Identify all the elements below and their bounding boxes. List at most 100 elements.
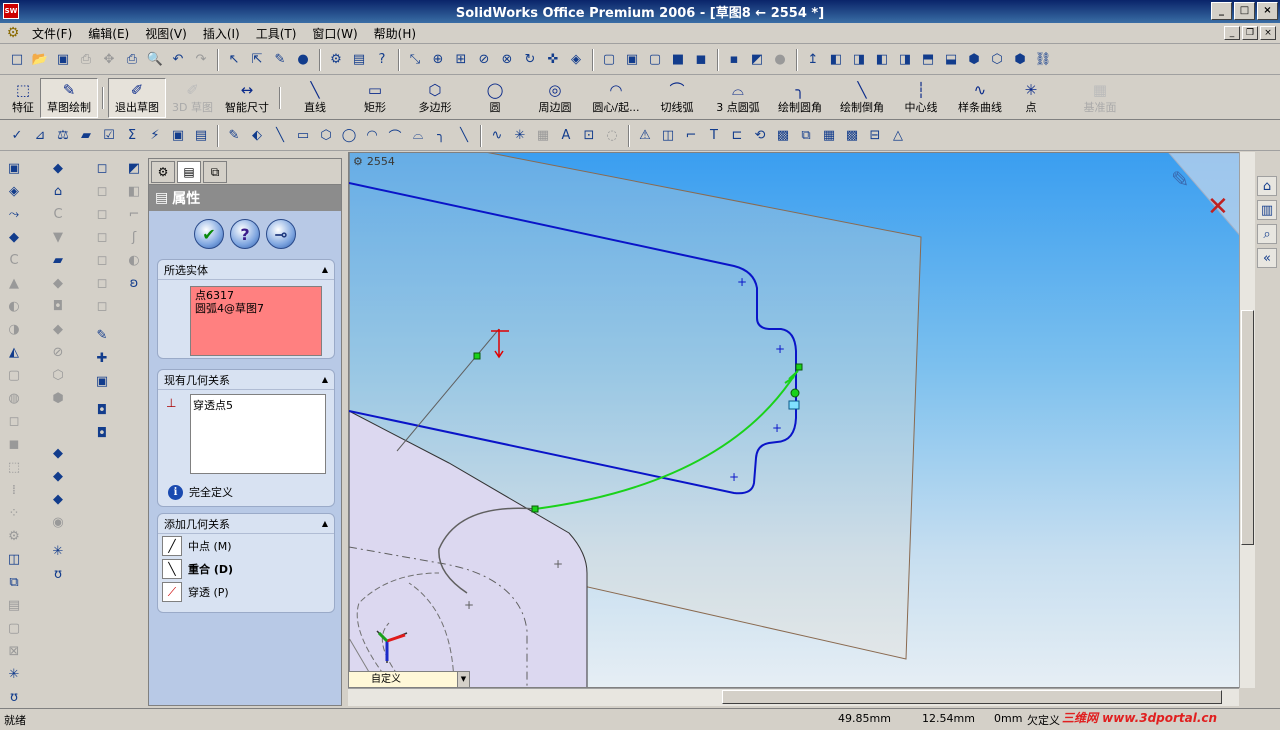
property-manager-tab[interactable]: ▤ xyxy=(177,161,201,183)
front-view-icon[interactable]: ◧ xyxy=(825,49,847,71)
hidden-removed-icon[interactable]: ▢ xyxy=(644,49,666,71)
menu-window[interactable]: 窗口(W) xyxy=(304,25,365,42)
options-icon[interactable]: ⚙ xyxy=(325,49,347,71)
hole-icon[interactable]: ◍ xyxy=(3,388,25,409)
statistics-icon[interactable]: Σ xyxy=(121,125,143,147)
plane-tool-icon[interactable]: ▦ xyxy=(532,125,554,147)
display-relations-icon[interactable]: △ xyxy=(887,125,909,147)
chamfer-feature-icon[interactable]: ◼ xyxy=(3,434,25,455)
convert-tool-icon[interactable]: ◌ xyxy=(601,125,623,147)
rebuild-icon[interactable]: ✎ xyxy=(269,49,291,71)
tangent-arc-button[interactable]: ⌒ 切线弧 xyxy=(647,78,707,118)
fillet-tool-icon[interactable]: ╮ xyxy=(430,125,452,147)
undo-icon[interactable]: ↶ xyxy=(167,49,189,71)
unfold-icon[interactable]: ◆ xyxy=(47,443,69,464)
menu-file[interactable]: 文件(F) xyxy=(24,25,80,42)
draft-icon[interactable]: ▲ xyxy=(3,273,25,294)
selected-entities-title[interactable]: 所选实体 ▲ xyxy=(158,260,334,280)
menu-help[interactable]: 帮助(H) xyxy=(366,25,424,42)
assembly-icon[interactable]: ◻ xyxy=(91,181,113,202)
traffic-light-icon[interactable]: ● xyxy=(292,49,314,71)
fillet-feature-icon[interactable]: ◻ xyxy=(3,411,25,432)
view-tool-icon[interactable]: ⤡ xyxy=(404,49,426,71)
rotate-tool-icon[interactable]: ⟲ xyxy=(749,125,771,147)
sub-assembly-icon[interactable]: ◘ xyxy=(91,423,113,444)
circle-tool-icon[interactable]: ◯ xyxy=(338,125,360,147)
ref-axis-icon[interactable]: ✳ xyxy=(47,541,69,562)
open-icon[interactable]: 📂 xyxy=(29,49,51,71)
add-relation-icon[interactable]: ✚ xyxy=(91,348,113,369)
component-icon[interactable]: ◘ xyxy=(91,400,113,421)
model-canvas[interactable]: + + + + + + ✎ ✕ xyxy=(349,153,1254,688)
miter-flange-icon[interactable]: ▼ xyxy=(47,227,69,248)
doc-restore-button[interactable]: ❐ xyxy=(1242,26,1258,40)
select-icon[interactable]: ↖ xyxy=(223,49,245,71)
spline-button[interactable]: ∿ 样条曲线 xyxy=(949,78,1011,118)
add-relations-title[interactable]: 添加几何关系 ▲ xyxy=(158,514,334,534)
closed-corner-icon[interactable]: ◆ xyxy=(47,319,69,340)
vertical-scrollbar[interactable] xyxy=(1239,152,1255,688)
home-icon[interactable]: ⌂ xyxy=(1257,176,1277,196)
curve-icon[interactable]: ⧉ xyxy=(3,572,25,593)
collapse-icon[interactable]: ▲ xyxy=(322,375,328,384)
flatten-icon[interactable]: ◆ xyxy=(47,489,69,510)
exit-sketch-button[interactable]: ✐ 退出草图 xyxy=(108,77,166,118)
pan-view-icon[interactable]: ✜ xyxy=(542,49,564,71)
circular-pattern-feature-icon[interactable]: ⚙ xyxy=(3,526,25,547)
save-icon[interactable]: ▣ xyxy=(52,49,74,71)
menu-edit[interactable]: 编辑(E) xyxy=(80,25,137,42)
rect-tool-icon[interactable]: ▭ xyxy=(292,125,314,147)
surface-extrude-icon[interactable]: ◩ xyxy=(123,158,145,179)
ok-button[interactable]: ✔ xyxy=(194,219,224,249)
point-tool-icon[interactable]: ✳ xyxy=(509,125,531,147)
offset-surface-icon[interactable]: ʚ xyxy=(123,273,145,294)
3d-sketch-button[interactable]: ✐ 3D 草图 xyxy=(166,78,219,118)
rotate-component-icon[interactable]: ◻ xyxy=(91,273,113,294)
ref-geometry-icon[interactable]: ✳ xyxy=(3,664,25,685)
explode-icon[interactable]: ◻ xyxy=(91,296,113,317)
hem-icon[interactable]: ▰ xyxy=(47,250,69,271)
realview-icon[interactable]: ● xyxy=(769,49,791,71)
smart-dim-icon[interactable]: ⬖ xyxy=(246,125,268,147)
surface-sweep-icon[interactable]: ⌐ xyxy=(123,204,145,225)
wireframe-icon[interactable]: ▢ xyxy=(598,49,620,71)
split-tool-icon[interactable]: T xyxy=(703,125,725,147)
mate-icon[interactable]: ◻ xyxy=(91,227,113,248)
edge-flange-icon[interactable]: C xyxy=(47,204,69,225)
close-button[interactable]: × xyxy=(1257,2,1278,20)
mirror-feature-icon[interactable]: ◫ xyxy=(3,549,25,570)
break-corner-icon[interactable]: ⬡ xyxy=(47,365,69,386)
reference-plane-button[interactable]: ▦ 基准面 xyxy=(1065,78,1135,118)
chamfer-tool-icon[interactable]: ╲ xyxy=(453,125,475,147)
doc-minimize-button[interactable]: _ xyxy=(1224,26,1240,40)
circle-button[interactable]: ◯ 圆 xyxy=(465,78,525,118)
feature-tree-tab[interactable]: ⚙ xyxy=(151,161,175,183)
sketch-chamfer-button[interactable]: ╲ 绘制倒角 xyxy=(831,78,893,118)
select-filter-icon[interactable]: ⇱ xyxy=(246,49,268,71)
top-view-icon[interactable]: ⬒ xyxy=(917,49,939,71)
collapse-icon[interactable]: ▲ xyxy=(322,519,328,528)
cut-extrude-icon[interactable]: ◐ xyxy=(3,296,25,317)
maximize-button[interactable]: □ xyxy=(1234,2,1255,20)
perimeter-circle-button[interactable]: ◎ 周边圆 xyxy=(525,78,585,118)
surface-revolve-icon[interactable]: ◧ xyxy=(123,181,145,202)
list-item[interactable]: 点6317 xyxy=(195,289,317,302)
tangent-arc-tool-icon[interactable]: ⌒ xyxy=(384,125,406,147)
menu-insert[interactable]: 插入(I) xyxy=(195,25,248,42)
file-props-icon[interactable]: ▤ xyxy=(348,49,370,71)
trimetric-view-icon[interactable]: ⬡ xyxy=(986,49,1008,71)
pattern-icon[interactable]: ▣ xyxy=(91,371,113,392)
pin-button[interactable]: ⊸ xyxy=(266,219,296,249)
part-icon[interactable]: ◻ xyxy=(91,158,113,179)
sketch-tab-button[interactable]: ✎ 草图绘制 xyxy=(40,77,98,118)
circular-pattern-icon[interactable]: ▩ xyxy=(841,125,863,147)
doc-close-button[interactable]: × xyxy=(1260,26,1276,40)
horizontal-scroll-thumb[interactable] xyxy=(722,690,1222,704)
jog-icon[interactable]: ◆ xyxy=(47,273,69,294)
section-props-icon[interactable]: ▰ xyxy=(75,125,97,147)
centerline-button[interactable]: ┆ 中心线 xyxy=(893,78,949,118)
split-feature-icon[interactable]: ▤ xyxy=(3,595,25,616)
library-icon[interactable]: ▥ xyxy=(1257,200,1277,220)
left-view-icon[interactable]: ◧ xyxy=(871,49,893,71)
help-icon[interactable]: ? xyxy=(371,49,393,71)
